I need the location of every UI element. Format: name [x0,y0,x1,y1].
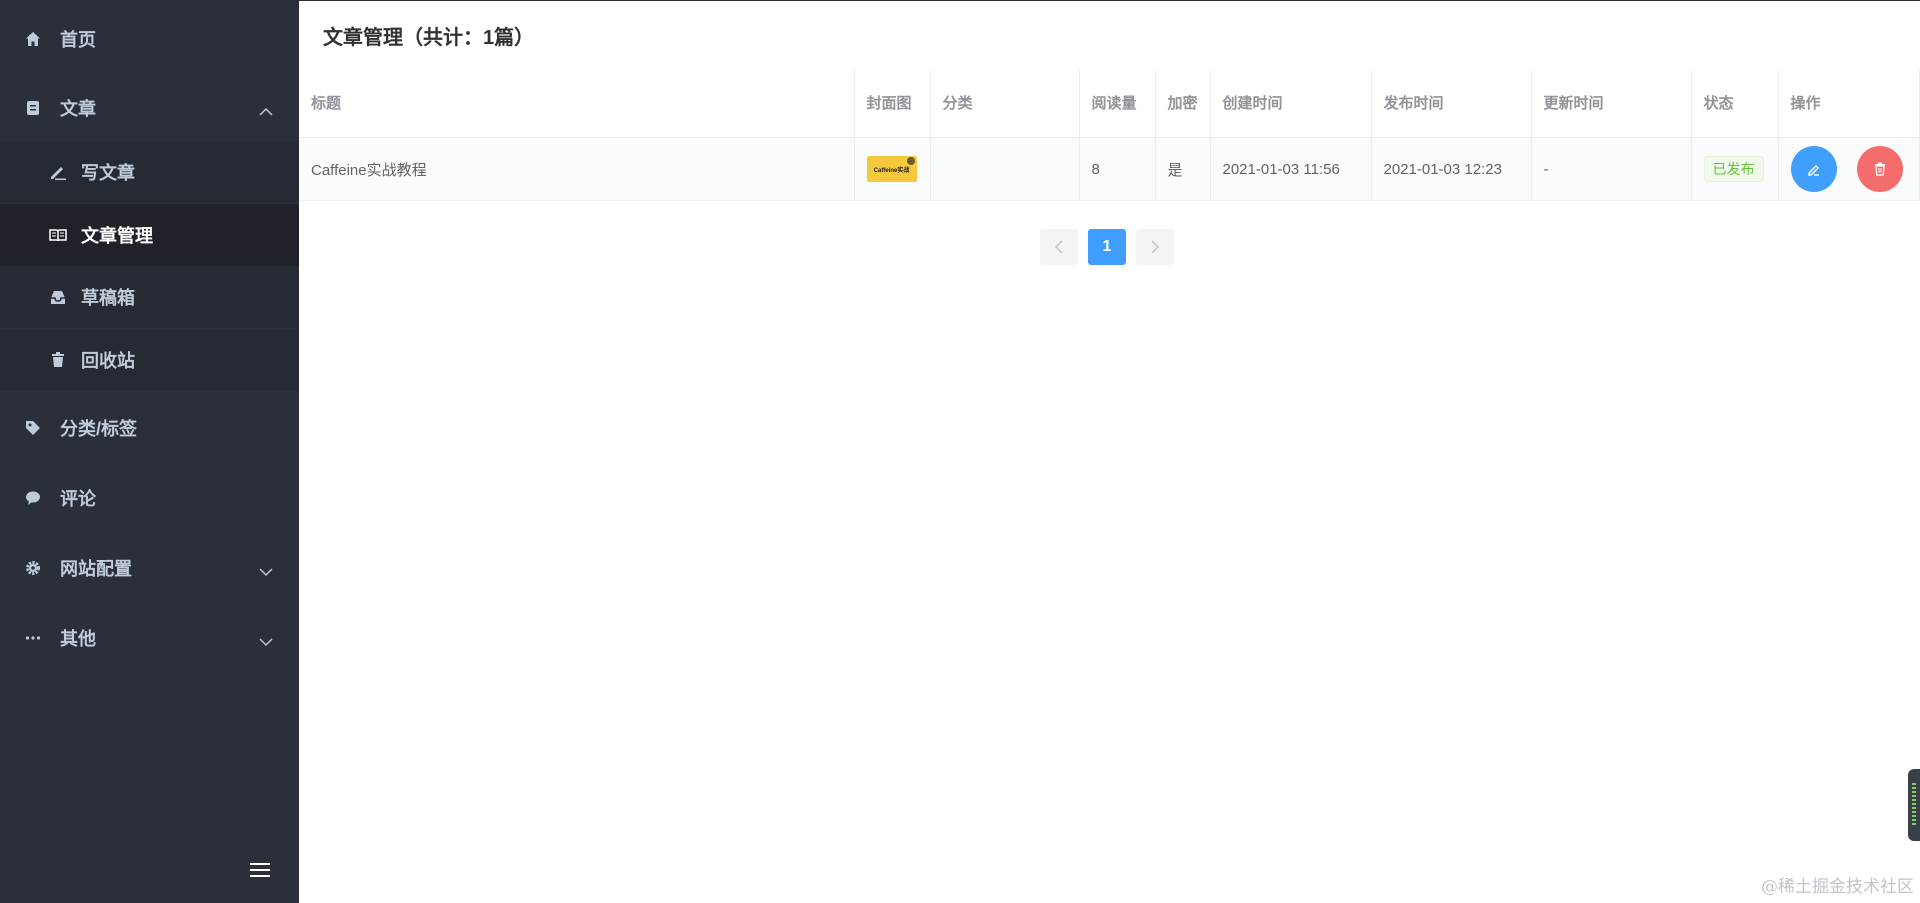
table-header-row: 标题 封面图 分类 阅读量 加密 创建时间 发布时间 更新时间 状态 操作 [299,70,1920,138]
open-book-icon [49,226,67,244]
column-header-updated: 更新时间 [1531,70,1692,138]
document-icon [24,99,42,117]
column-header-actions: 操作 [1778,70,1920,138]
edit-icon [1807,165,1819,176]
column-header-created: 创建时间 [1210,70,1372,138]
cell-cover: Caffeine实战 [854,137,931,201]
sidebar-item-other[interactable]: 其他 [0,603,299,673]
side-panel-handle[interactable] [1908,769,1920,841]
cell-views: 8 [1079,137,1156,201]
column-header-category: 分类 [930,70,1080,138]
table-row: Caffeine实战教程 Caffeine实战 8 是 2021-01-03 1… [299,137,1920,201]
comment-icon [24,489,42,507]
column-header-published: 发布时间 [1371,70,1532,138]
sidebar-item-manage[interactable]: 文章管理 [0,204,299,266]
cell-title: Caffeine实战教程 [299,137,855,201]
cell-encrypt: 是 [1155,137,1211,201]
watermark: @稀土掘金技术社区 [1761,877,1914,897]
inbox-icon [49,288,67,306]
sidebar-item-recycle[interactable]: 回收站 [0,329,299,391]
cover-thumbnail[interactable]: Caffeine实战 [866,156,917,182]
column-header-cover: 封面图 [854,70,931,138]
sidebar: 首页 文章 写文章 文章管理 草稿箱 回收站 分类/标签 评论 网站配置 其他 [0,0,299,903]
gear-icon [24,559,42,577]
sidebar-item-category-tags[interactable]: 分类/标签 [0,393,299,463]
cell-actions [1778,137,1920,201]
cover-decoration [906,157,915,165]
sidebar-item-label: 文章管理 [81,226,153,246]
prev-page-button[interactable] [1040,229,1078,265]
cell-status: 已发布 [1691,137,1779,201]
trash-icon [1874,162,1885,176]
column-header-encrypt: 加密 [1155,70,1211,138]
sidebar-item-label: 写文章 [81,163,135,183]
main-content: 文章管理（共计：1篇） 标题 封面图 分类 阅读量 加密 创建时间 发布时间 更… [299,0,1920,903]
chevron-right-icon [1151,240,1160,254]
level-meter-icon [1912,783,1916,827]
sidebar-item-label: 首页 [60,30,96,50]
cover-text: Caffeine实战 [873,167,910,174]
chevron-down-icon [259,561,273,582]
pagination: 1 [1040,229,1174,265]
cell-created: 2021-01-03 11:56 [1210,137,1372,201]
sidebar-item-write[interactable]: 写文章 [0,141,299,203]
sidebar-item-label: 文章 [60,99,96,119]
page-button-current[interactable]: 1 [1088,229,1126,265]
sidebar-item-home[interactable]: 首页 [0,4,299,74]
sidebar-item-label: 网站配置 [60,559,132,579]
hamburger-icon[interactable] [250,860,270,880]
sidebar-item-label: 草稿箱 [81,288,135,308]
column-header-status: 状态 [1691,70,1779,138]
sidebar-item-label: 分类/标签 [60,419,138,439]
sidebar-item-drafts[interactable]: 草稿箱 [0,266,299,328]
trash-icon [49,351,67,369]
column-header-title: 标题 [299,70,855,138]
sidebar-item-label: 评论 [60,489,96,509]
sidebar-item-comments[interactable]: 评论 [0,463,299,533]
page-title: 文章管理（共计：1篇） [299,1,1920,70]
status-badge: 已发布 [1703,156,1764,182]
next-page-button[interactable] [1136,229,1174,265]
home-icon [24,30,42,48]
articles-table: 标题 封面图 分类 阅读量 加密 创建时间 发布时间 更新时间 状态 操作 Ca… [299,70,1920,201]
sidebar-item-label: 回收站 [81,351,135,371]
sidebar-item-site-config[interactable]: 网站配置 [0,533,299,603]
delete-button[interactable] [1856,146,1903,192]
column-header-views: 阅读量 [1079,70,1156,138]
cell-updated: - [1531,137,1692,201]
chevron-down-icon [259,631,273,652]
cell-category [930,137,1080,201]
chevron-up-icon [259,101,273,122]
more-icon [24,629,42,647]
edit-button[interactable] [1790,146,1837,192]
sidebar-item-label: 其他 [60,629,96,649]
sidebar-item-article[interactable]: 文章 [0,73,299,143]
cell-published: 2021-01-03 12:23 [1371,137,1532,201]
pen-icon [49,163,67,181]
tag-icon [24,419,42,437]
chevron-left-icon [1054,240,1063,254]
